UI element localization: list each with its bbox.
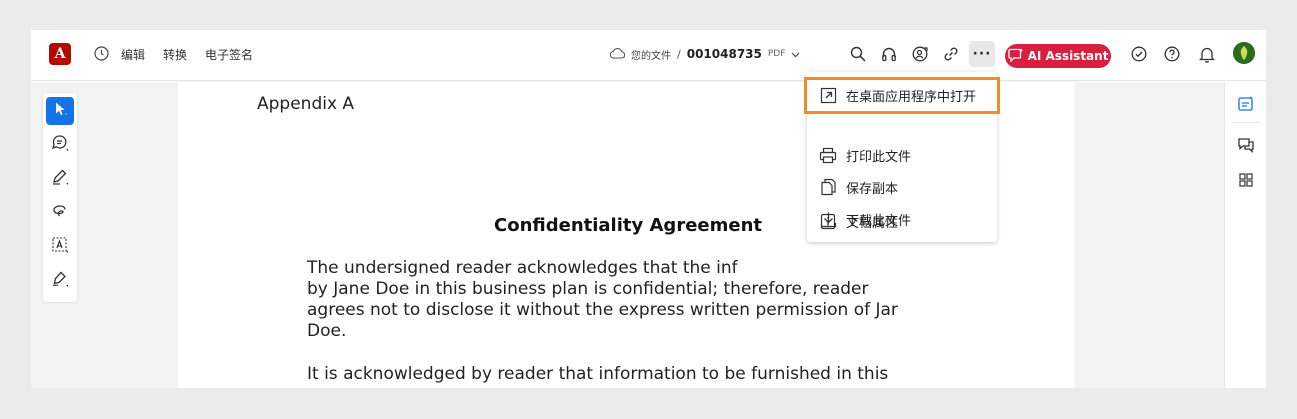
agreement-paragraph-1: The undersigned reader acknowledges that…: [307, 258, 927, 342]
ai-assistant-label: AI Assistant: [1027, 49, 1109, 63]
menu-item-label: 保存副本: [846, 181, 899, 197]
select-tool[interactable]: [46, 97, 74, 125]
lasso-icon: [51, 202, 69, 224]
menu-item-label: 文档属性: [846, 215, 899, 231]
sign-tool[interactable]: [46, 267, 74, 295]
menu-convert[interactable]: 转换: [163, 45, 187, 63]
ai-assistant-button[interactable]: AI Assistant: [1005, 44, 1111, 68]
menu-document-properties[interactable]: 文档属性: [807, 205, 997, 237]
pen-icon: [51, 168, 69, 190]
comment-tool[interactable]: [46, 131, 74, 159]
cursor-arrow-icon: [53, 101, 67, 121]
ai-assistant-icon: [1007, 48, 1024, 65]
agreement-paragraph-2: It is acknowledged by reader that inform…: [307, 364, 927, 385]
print-icon: [819, 146, 837, 164]
check-circle-icon[interactable]: [1129, 44, 1149, 64]
menu-e-sign[interactable]: 电子签名: [205, 45, 253, 63]
paragraph-line: Doe.: [307, 321, 347, 341]
cloud-icon: [609, 47, 626, 62]
ai-summary-icon[interactable]: [1236, 94, 1256, 114]
breadcrumb-separator: /: [677, 47, 681, 61]
menu-print[interactable]: 打印此文件: [807, 139, 997, 171]
menu-item-label: 在桌面应用程序中打开: [846, 90, 977, 105]
share-user-icon[interactable]: [910, 44, 930, 64]
text-tool[interactable]: [46, 233, 74, 261]
left-toolbar: [43, 93, 77, 302]
highlight-tool[interactable]: [46, 165, 74, 193]
appendix-heading: Appendix A: [257, 94, 355, 114]
clock-icon[interactable]: [94, 46, 109, 61]
paragraph-line: by Jane Doe in this business plan is con…: [307, 279, 869, 299]
acrobat-window: A 编辑 转换 电子签名 您的文件 / 001048735 PDF ··· AI…: [31, 30, 1266, 388]
acrobat-logo-icon[interactable]: A: [49, 43, 71, 65]
search-icon[interactable]: [848, 44, 868, 64]
fill-sign-icon: [51, 270, 69, 292]
chevron-down-icon[interactable]: [791, 47, 800, 61]
menu-open-in-desktop-app[interactable]: 在桌面应用程序中打开: [804, 77, 1000, 114]
paragraph-line: It is acknowledged by reader that inform…: [307, 364, 889, 384]
text-box-icon: [51, 236, 69, 258]
agreement-title: Confidentiality Agreement: [494, 215, 762, 236]
open-external-icon: [819, 87, 837, 105]
menu-save-copy[interactable]: 保存副本: [807, 171, 997, 203]
file-name[interactable]: 001048735: [687, 47, 762, 61]
grid-thumbnails-icon[interactable]: [1236, 170, 1256, 190]
comment-icon: [51, 134, 69, 156]
menu-item-label: 打印此文件: [846, 149, 912, 165]
avatar[interactable]: [1233, 42, 1255, 64]
file-type: PDF: [767, 49, 786, 59]
right-rail: [1224, 82, 1266, 388]
top-toolbar: A 编辑 转换 电子签名 您的文件 / 001048735 PDF ··· AI…: [31, 30, 1266, 81]
rail-divider: [1231, 122, 1261, 123]
paragraph-line: agrees not to disclose it without the ex…: [307, 300, 898, 320]
copy-icon: [819, 178, 837, 196]
comments-panel-icon[interactable]: [1236, 135, 1256, 155]
draw-tool[interactable]: [46, 199, 74, 227]
more-icon[interactable]: ···: [969, 41, 995, 67]
bell-icon[interactable]: [1197, 44, 1217, 64]
info-icon: [819, 212, 837, 230]
link-icon[interactable]: [941, 44, 961, 64]
document-title[interactable]: 您的文件 / 001048735 PDF: [609, 45, 800, 63]
help-icon[interactable]: [1162, 44, 1182, 64]
headphones-icon[interactable]: [879, 44, 899, 64]
paragraph-line: The undersigned reader acknowledges that…: [307, 258, 738, 278]
menu-edit[interactable]: 编辑: [121, 45, 145, 63]
breadcrumb-your-files[interactable]: 您的文件: [631, 47, 671, 62]
